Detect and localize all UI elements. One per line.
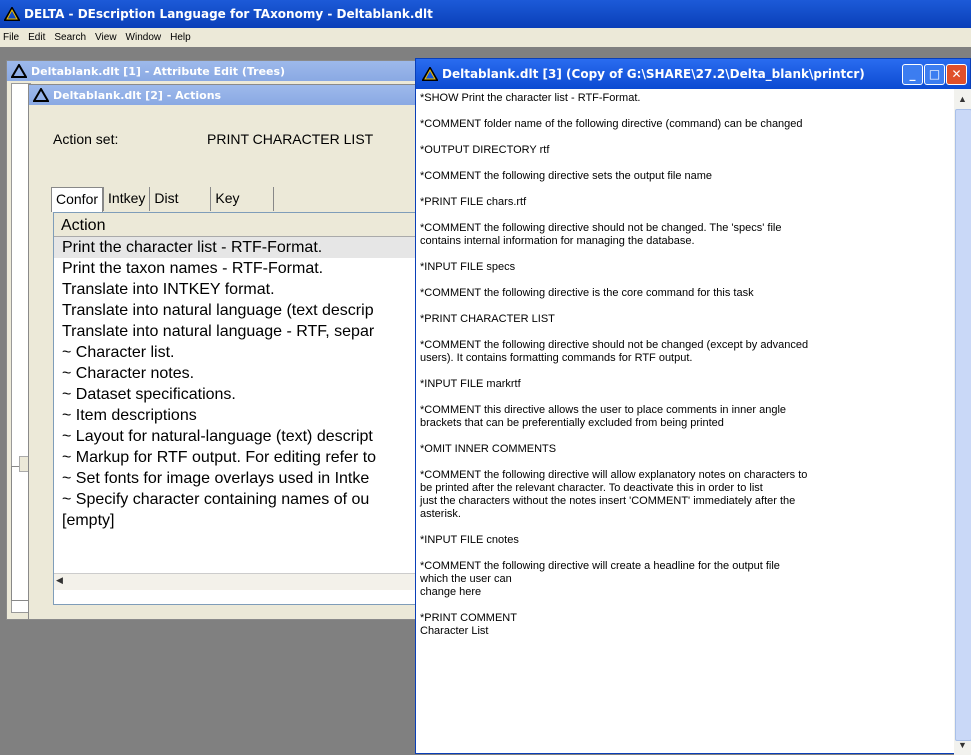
list-item[interactable]: ~ Set fonts for image overlays used in I…	[54, 468, 432, 489]
tab-confor[interactable]: Confor	[51, 187, 104, 212]
text-line[interactable]	[420, 430, 950, 443]
text-line[interactable]: *COMMENT the following directive will cr…	[420, 560, 950, 573]
text-line[interactable]: be printed after the relevant character.…	[420, 482, 950, 495]
list-item[interactable]: ~ Character list.	[54, 342, 432, 363]
list-item[interactable]: Print the character list - RTF-Format.	[54, 237, 432, 258]
attribute-edit-title-bar[interactable]: Deltablank.dlt [1] - Attribute Edit (Tre…	[7, 61, 419, 81]
action-list-horizontal-scrollbar[interactable]: ◀	[54, 573, 432, 590]
file-editor-window[interactable]: Deltablank.dlt [3] (Copy of G:\SHARE\27.…	[415, 58, 971, 755]
list-item[interactable]: Translate into natural language - RTF, s…	[54, 321, 432, 342]
menu-view[interactable]: View	[95, 32, 117, 43]
text-line[interactable]: *COMMENT the following directive is the …	[420, 287, 950, 300]
text-line[interactable]	[420, 209, 950, 222]
menu-edit[interactable]: Edit	[28, 32, 45, 43]
text-line[interactable]: *INPUT FILE markrtf	[420, 378, 950, 391]
action-list[interactable]: Action Print the character list - RTF-Fo…	[53, 212, 433, 605]
text-vertical-scrollbar[interactable]: ▲ ▼	[954, 89, 971, 755]
app-title: DELTA - DEscription Language for TAxonom…	[24, 7, 433, 21]
actions-title: Deltablank.dlt [2] - Actions	[53, 88, 222, 102]
tab-key[interactable]: Key	[210, 187, 275, 211]
text-line[interactable]: which the user can	[420, 573, 950, 586]
text-line[interactable]: *PRINT COMMENT	[420, 612, 950, 625]
text-line[interactable]	[420, 105, 950, 118]
text-line[interactable]: *COMMENT the following directive should …	[420, 339, 950, 352]
list-item[interactable]: ~ Layout for natural-language (text) des…	[54, 426, 432, 447]
attribute-edit-title: Deltablank.dlt [1] - Attribute Edit (Tre…	[31, 64, 286, 78]
delta-logo-icon	[10, 63, 28, 78]
text-line[interactable]: *INPUT FILE specs	[420, 261, 950, 274]
scroll-up-icon[interactable]: ▲	[955, 91, 970, 107]
action-column-header[interactable]: Action	[54, 213, 432, 237]
app-title-bar: DELTA - DEscription Language for TAxonom…	[0, 0, 971, 28]
text-line[interactable]: asterisk.	[420, 508, 950, 521]
text-line[interactable]: *COMMENT folder name of the following di…	[420, 118, 950, 131]
text-line[interactable]: *INPUT FILE cnotes	[420, 534, 950, 547]
text-line[interactable]	[420, 326, 950, 339]
list-item[interactable]: ~ Item descriptions	[54, 405, 432, 426]
menu-bar: File Edit Search View Window Help	[0, 28, 971, 47]
delta-logo-icon	[421, 66, 439, 81]
list-item[interactable]: Translate into INTKEY format.	[54, 279, 432, 300]
list-item[interactable]: ~ Markup for RTF output. For editing ref…	[54, 447, 432, 468]
list-item[interactable]: ~ Dataset specifications.	[54, 384, 432, 405]
text-line[interactable]: *COMMENT this directive allows the user …	[420, 404, 950, 417]
text-line[interactable]: *OMIT INNER COMMENTS	[420, 443, 950, 456]
file-editor-title: Deltablank.dlt [3] (Copy of G:\SHARE\27.…	[442, 67, 865, 81]
menu-window[interactable]: Window	[126, 32, 162, 43]
list-item[interactable]: Print the taxon names - RTF-Format.	[54, 258, 432, 279]
text-line[interactable]: *OUTPUT DIRECTORY rtf	[420, 144, 950, 157]
scroll-left-icon[interactable]: ◀	[56, 575, 70, 589]
text-line[interactable]	[420, 391, 950, 404]
text-line[interactable]: brackets that can be preferentially excl…	[420, 417, 950, 430]
menu-file[interactable]: File	[3, 32, 19, 43]
directive-text-area[interactable]: *SHOW Print the character list - RTF-For…	[416, 89, 954, 755]
actions-title-bar[interactable]: Deltablank.dlt [2] - Actions	[29, 85, 431, 105]
text-line[interactable]	[420, 521, 950, 534]
close-icon[interactable]: ✕	[946, 64, 967, 85]
text-line[interactable]	[420, 547, 950, 560]
text-line[interactable]: change here	[420, 586, 950, 599]
text-line[interactable]: *PRINT CHARACTER LIST	[420, 313, 950, 326]
text-line[interactable]	[420, 131, 950, 144]
file-editor-title-bar[interactable]: Deltablank.dlt [3] (Copy of G:\SHARE\27.…	[416, 59, 970, 89]
scroll-thumb[interactable]	[955, 109, 971, 741]
text-line[interactable]	[420, 274, 950, 287]
text-line[interactable]	[420, 456, 950, 469]
text-line[interactable]: Character List	[420, 625, 950, 638]
text-line[interactable]: contains internal information for managi…	[420, 235, 950, 248]
action-set-value: PRINT CHARACTER LIST	[207, 131, 374, 147]
list-item[interactable]: ~ Character notes.	[54, 363, 432, 384]
tab-intkey[interactable]: Intkey	[103, 187, 149, 211]
text-line[interactable]: *COMMENT the following directive will al…	[420, 469, 950, 482]
maximize-icon[interactable]: □	[924, 64, 945, 85]
list-item[interactable]: [empty]	[54, 510, 432, 531]
list-item[interactable]: ~ Specify character containing names of …	[54, 489, 432, 510]
text-line[interactable]: *PRINT FILE chars.rtf	[420, 196, 950, 209]
text-line[interactable]: *COMMENT the following directive sets th…	[420, 170, 950, 183]
text-line[interactable]	[420, 248, 950, 261]
text-line[interactable]	[420, 300, 950, 313]
action-tabs: Confor Intkey Dist Key	[51, 187, 275, 212]
text-line[interactable]	[420, 157, 950, 170]
text-line[interactable]: users). It contains formatting commands …	[420, 352, 950, 365]
delta-logo-icon	[3, 6, 21, 21]
text-line[interactable]: *COMMENT the following directive should …	[420, 222, 950, 235]
text-line[interactable]	[420, 183, 950, 196]
tab-dist[interactable]: Dist	[149, 187, 210, 211]
text-line[interactable]	[420, 365, 950, 378]
text-line[interactable]: just the characters without the notes in…	[420, 495, 950, 508]
delta-logo-icon	[32, 87, 50, 102]
list-item[interactable]: Translate into natural language (text de…	[54, 300, 432, 321]
action-set-label: Action set:	[53, 131, 119, 147]
text-line[interactable]: *SHOW Print the character list - RTF-For…	[420, 92, 950, 105]
actions-window[interactable]: Deltablank.dlt [2] - Actions Action set:…	[28, 84, 433, 620]
text-line[interactable]	[420, 599, 950, 612]
menu-help[interactable]: Help	[170, 32, 191, 43]
minimize-icon[interactable]: _	[902, 64, 923, 85]
menu-search[interactable]: Search	[54, 32, 86, 43]
scroll-down-icon[interactable]: ▼	[955, 737, 970, 753]
